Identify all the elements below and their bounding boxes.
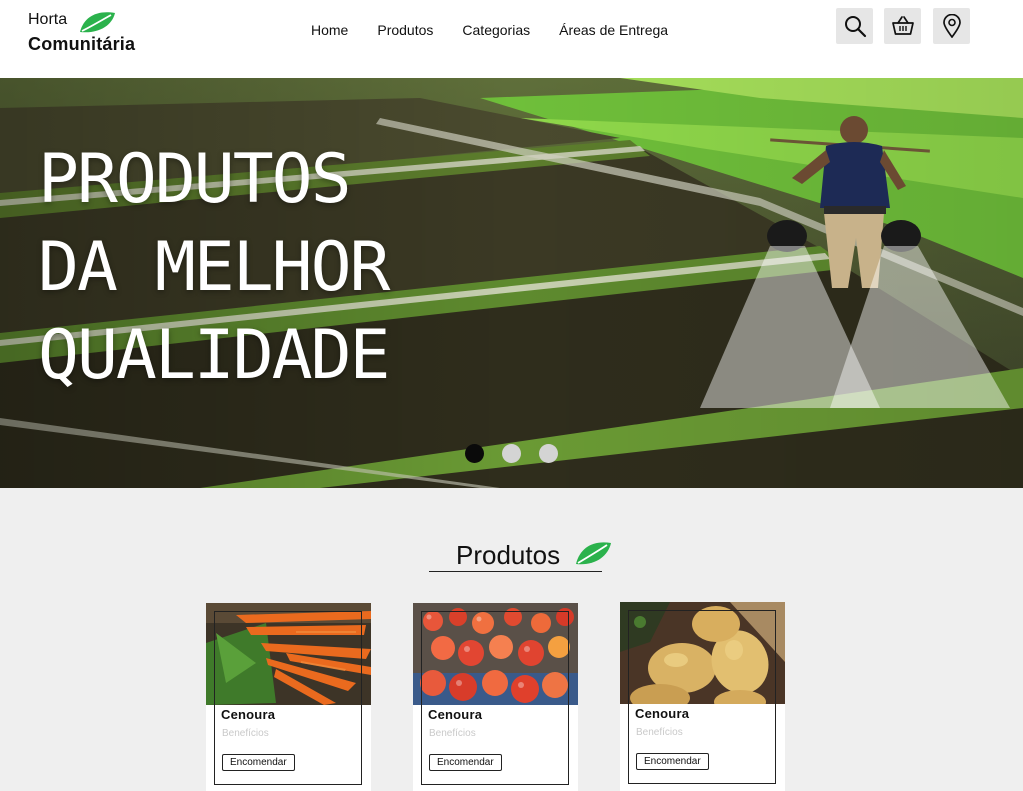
search-icon <box>843 14 867 38</box>
leaf-icon <box>574 540 612 571</box>
product-card: Cenoura Benefícios Encomendar <box>413 603 578 791</box>
section-title: Produtos <box>456 540 561 570</box>
site-header: Horta Comunitária Home Produtos Categori… <box>0 0 1023 78</box>
main-nav: Home Produtos Categorias Áreas de Entreg… <box>311 20 697 40</box>
carousel-dots <box>465 444 558 463</box>
section-title-underline <box>429 571 602 572</box>
order-button[interactable]: Encomendar <box>429 754 502 771</box>
nav-item-categorias[interactable]: Categorias <box>462 20 530 40</box>
hero-title: PRODUTOS DA MELHOR QUALIDADE <box>38 136 390 400</box>
nav-item-home[interactable]: Home <box>311 20 348 40</box>
nav-item-areas-de-entrega[interactable]: Áreas de Entrega <box>559 20 668 40</box>
product-benefits-link[interactable]: Benefícios <box>636 727 683 738</box>
product-card: Cenoura Benefícios Encomendar <box>206 603 371 791</box>
basket-button[interactable] <box>884 8 921 44</box>
hero-title-line: DA MELHOR <box>38 228 390 307</box>
product-benefits-link[interactable]: Benefícios <box>222 728 269 739</box>
product-name: Cenoura <box>428 707 483 722</box>
hero-banner: PRODUTOS DA MELHOR QUALIDADE <box>0 78 1023 488</box>
product-image <box>620 602 785 704</box>
product-card: Cenoura Benefícios Encomendar <box>620 602 785 791</box>
product-name: Cenoura <box>635 706 690 721</box>
product-benefits-link[interactable]: Benefícios <box>429 728 476 739</box>
logo[interactable]: Horta Comunitária <box>28 8 148 58</box>
product-name: Cenoura <box>221 707 276 722</box>
hero-title-line: QUALIDADE <box>38 316 390 395</box>
hero-title-line: PRODUTOS <box>38 140 352 219</box>
product-image <box>413 603 578 705</box>
product-image <box>206 603 371 705</box>
search-button[interactable] <box>836 8 873 44</box>
logo-text-line1: Horta <box>28 11 68 28</box>
nav-item-produtos[interactable]: Produtos <box>377 20 433 40</box>
carousel-dot-1[interactable] <box>465 444 484 463</box>
order-button[interactable]: Encomendar <box>222 754 295 771</box>
basket-icon <box>891 15 915 37</box>
carousel-dot-3[interactable] <box>539 444 558 463</box>
location-button[interactable] <box>933 8 970 44</box>
location-pin-icon <box>942 14 962 38</box>
order-button[interactable]: Encomendar <box>636 753 709 770</box>
carousel-dot-2[interactable] <box>502 444 521 463</box>
logo-text-line2: Comunitária <box>28 34 136 54</box>
